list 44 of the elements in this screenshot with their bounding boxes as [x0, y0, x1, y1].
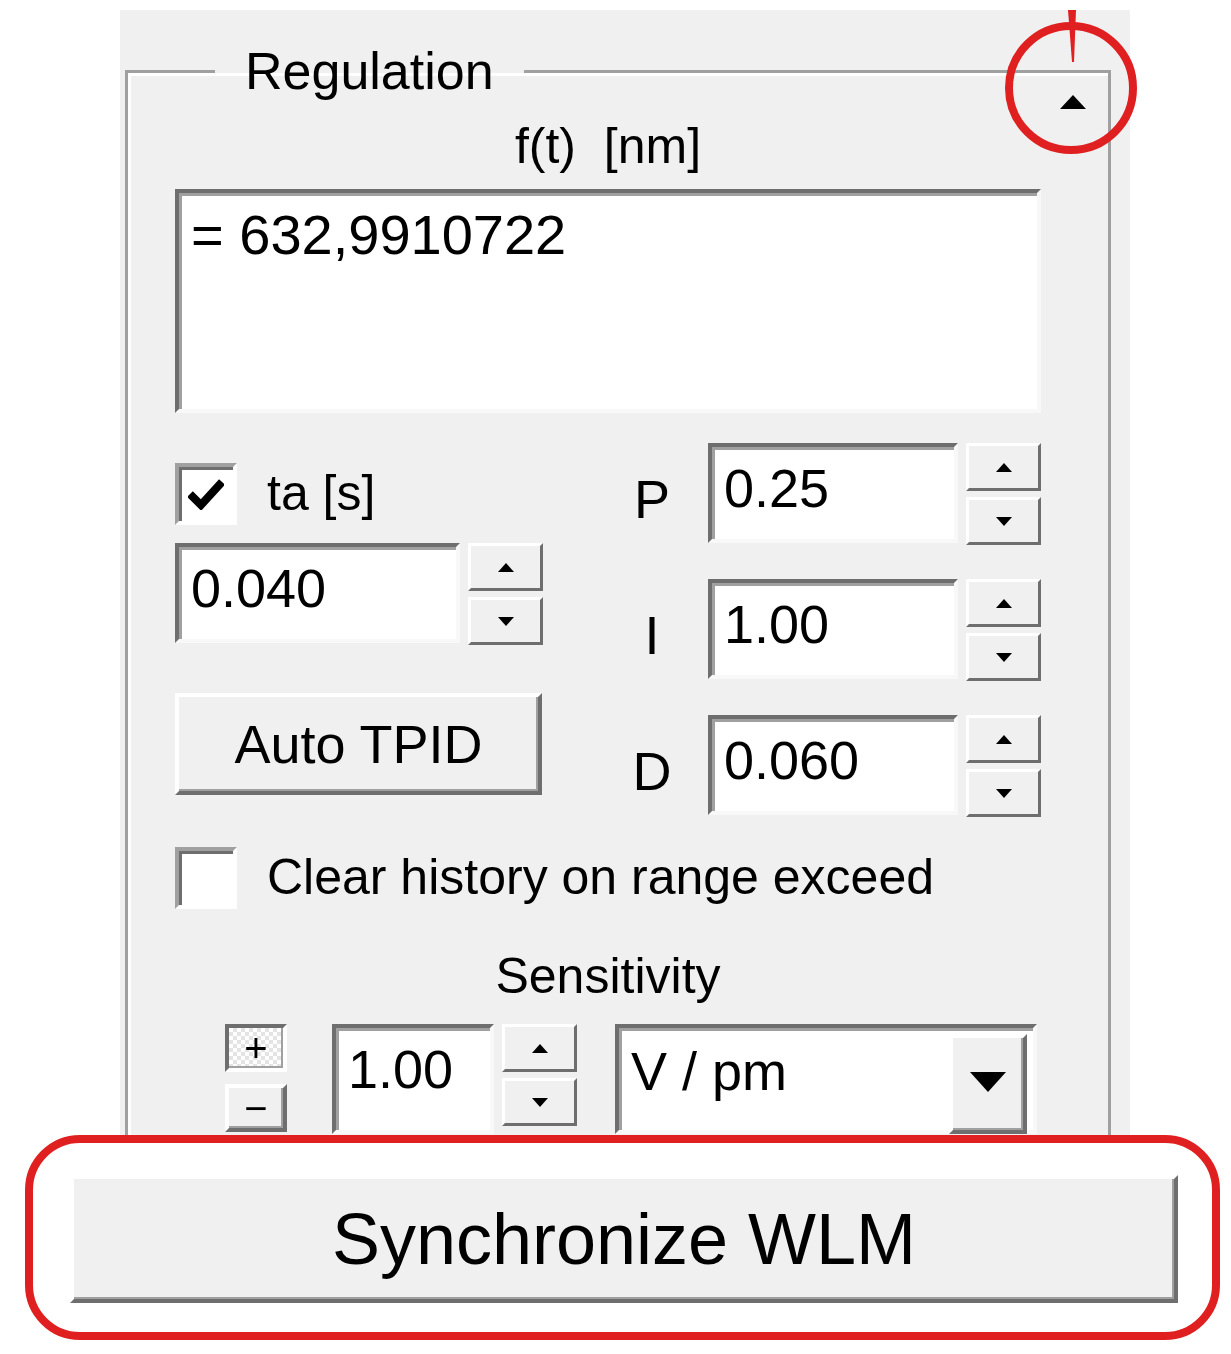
down-arrow-icon [995, 652, 1012, 662]
number-field[interactable]: 1.00 [708, 579, 958, 679]
spin-down-button[interactable] [502, 1078, 577, 1126]
spin-down-button[interactable] [966, 769, 1041, 817]
sensitivity-label: Sensitivity [494, 949, 722, 1004]
step-button[interactable]: − [225, 1084, 287, 1132]
up-arrow-icon [531, 1043, 548, 1053]
spin-up-button[interactable] [966, 715, 1041, 763]
spin-up-button[interactable] [502, 1024, 577, 1072]
down-arrow-icon [995, 788, 1012, 798]
up-arrow-icon [995, 734, 1012, 744]
collapse-icon[interactable] [1060, 95, 1086, 109]
down-arrow-icon [531, 1097, 548, 1107]
step-button[interactable]: + [225, 1024, 287, 1072]
synchronize-button[interactable]: Synchronize WLM [70, 1175, 1178, 1303]
number-field[interactable]: 0.040 [175, 543, 460, 643]
down-arrow-icon [497, 616, 514, 626]
up-arrow-icon [995, 462, 1012, 472]
spin-down-button[interactable] [966, 497, 1041, 545]
number-field[interactable]: 0.25 [708, 443, 958, 543]
auto-tpid-button[interactable]: Auto TPID [175, 693, 542, 795]
spin-down-button[interactable] [468, 597, 543, 645]
up-arrow-icon [995, 598, 1012, 608]
caret-icon [970, 1072, 1006, 1092]
unit-dropdown[interactable]: V / pm [615, 1024, 1037, 1134]
down-arrow-icon [995, 516, 1012, 526]
checkbox-label: Clear history on range exceed [267, 849, 935, 907]
spin-up-button[interactable] [468, 543, 543, 591]
checkmark-icon [188, 478, 224, 510]
number-field[interactable]: 1.00 [332, 1024, 494, 1134]
checkbox[interactable] [175, 463, 237, 525]
formula-field[interactable]: = 632,9910722 [175, 189, 1041, 413]
parameter-label: D [632, 739, 672, 803]
number-field[interactable]: 0.060 [708, 715, 958, 815]
spin-down-button[interactable] [966, 633, 1041, 681]
checkbox[interactable] [175, 847, 237, 909]
parameter-label: I [643, 603, 661, 667]
formula-label: f(t) [nm] [513, 119, 703, 174]
checkbox-label: ta [s] [267, 465, 376, 523]
dropdown-button[interactable] [949, 1034, 1027, 1134]
spin-up-button[interactable] [966, 579, 1041, 627]
parameter-label: P [633, 467, 671, 531]
spin-up-button[interactable] [966, 443, 1041, 491]
up-arrow-icon [497, 562, 514, 572]
